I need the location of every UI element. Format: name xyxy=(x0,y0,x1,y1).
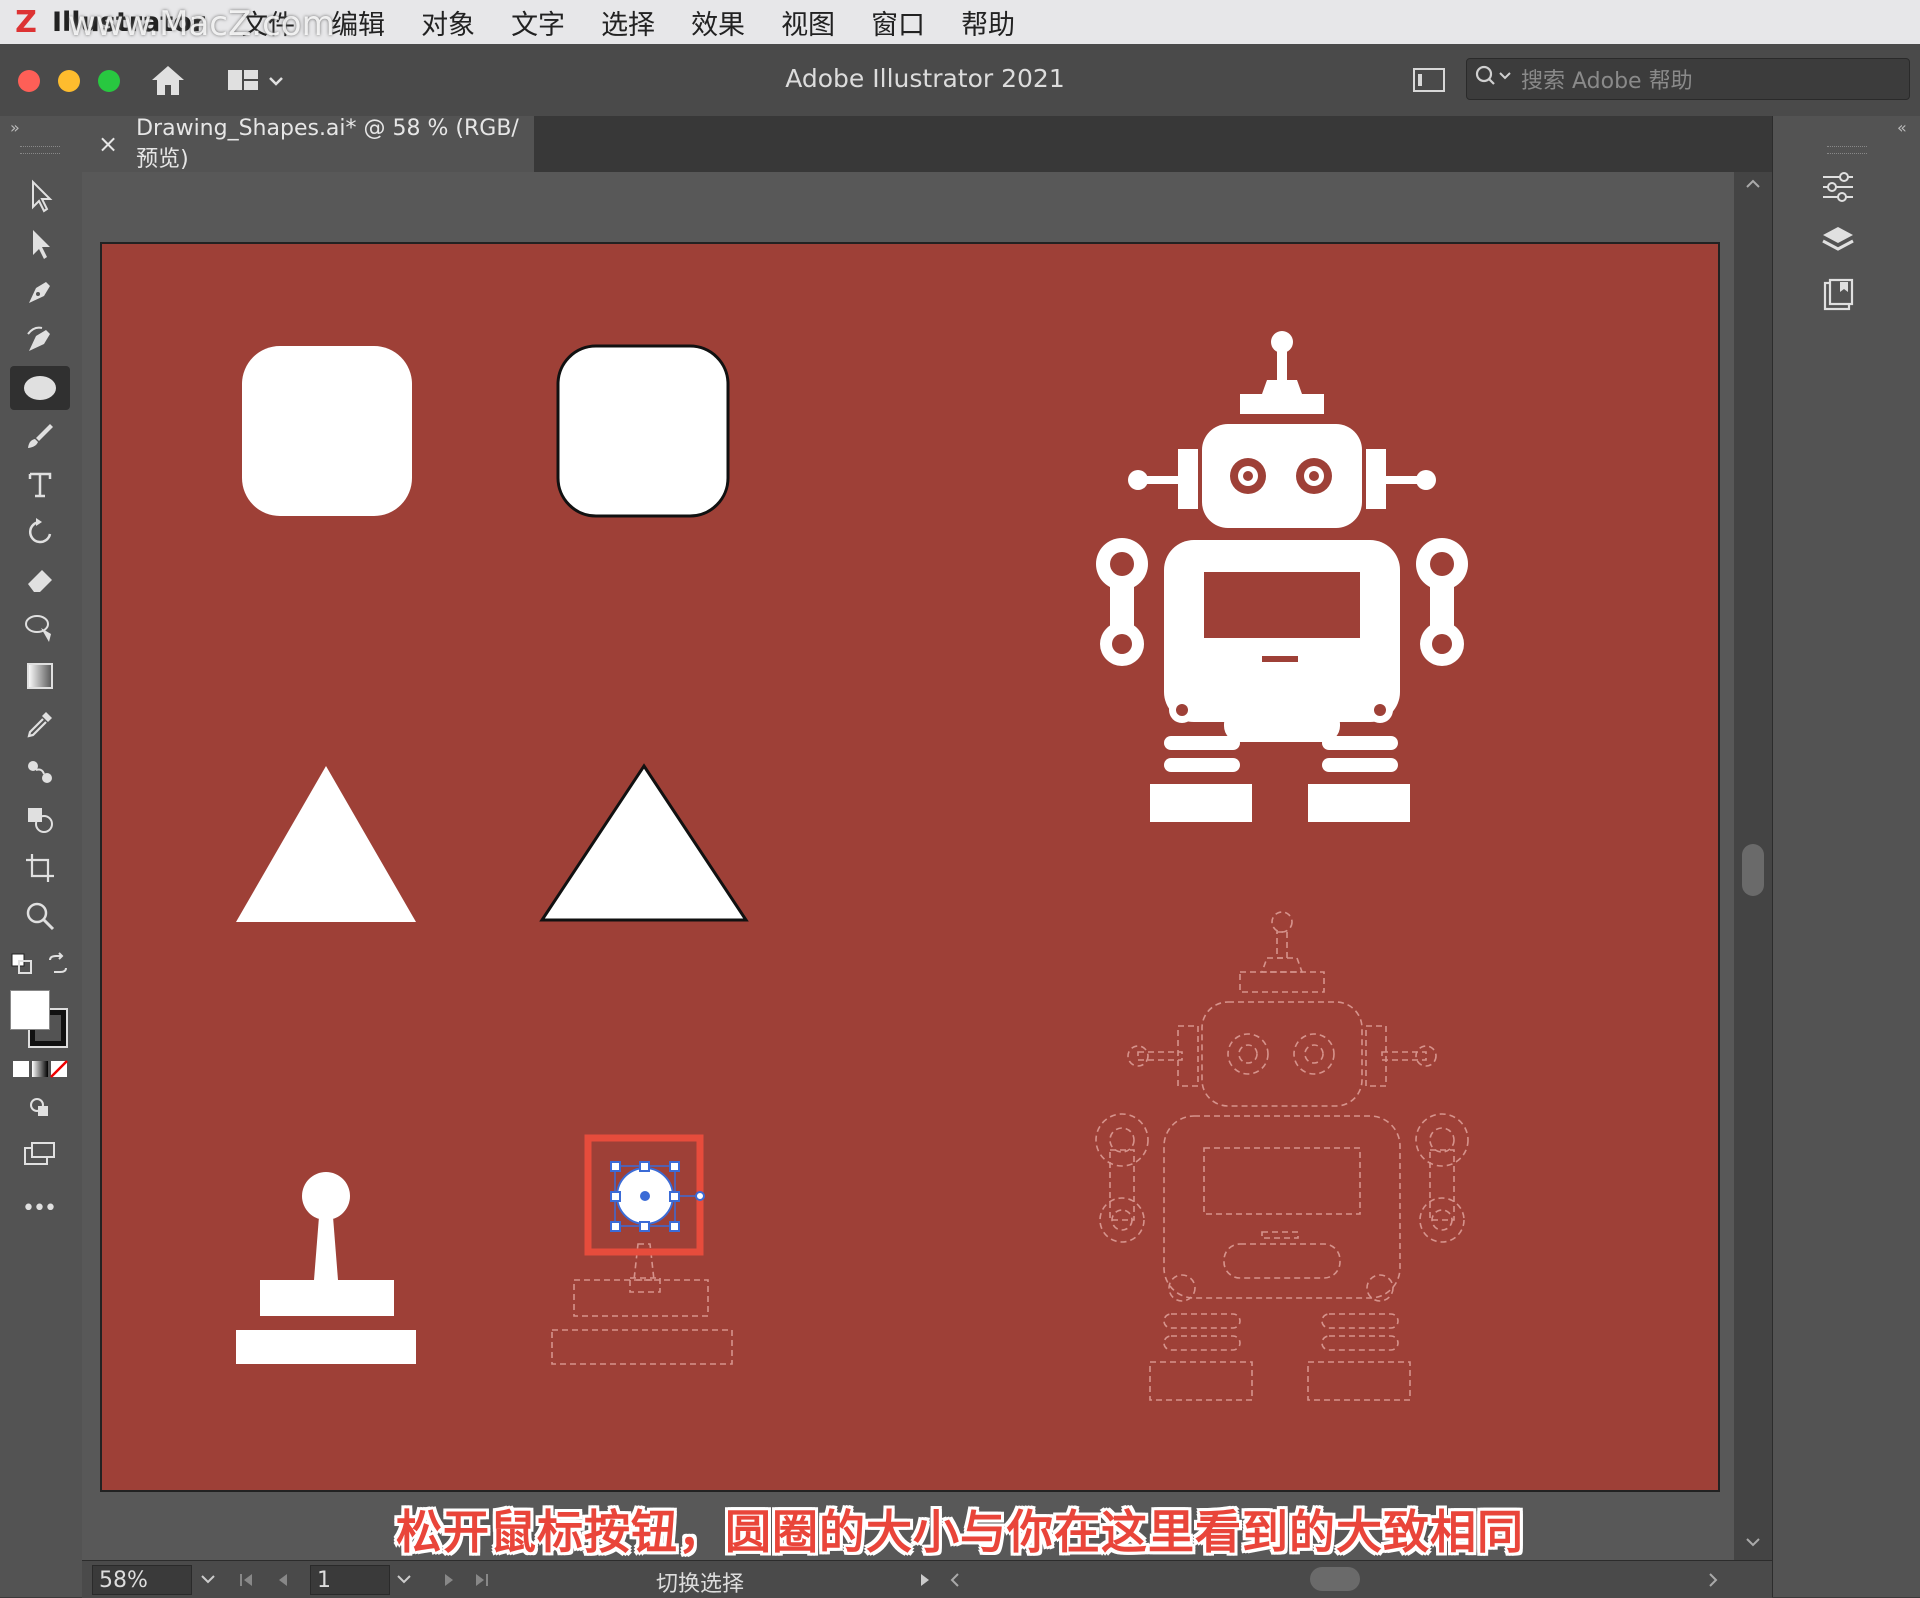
zoom-dropdown-icon[interactable] xyxy=(198,1569,218,1595)
default-fill-stroke-icon[interactable] xyxy=(10,952,34,976)
help-search-input[interactable]: 搜索 Adobe 帮助 xyxy=(1466,58,1910,100)
title-bar: Adobe Illustrator 2021 搜索 Adobe 帮助 xyxy=(0,44,1920,117)
panel-collapse-icon[interactable]: « xyxy=(1897,118,1907,137)
ellipse-tool-icon[interactable] xyxy=(14,368,66,408)
selected-circle xyxy=(610,1161,705,1232)
zoom-level-input[interactable]: 58% xyxy=(92,1565,192,1595)
menu-edit[interactable]: 编辑 xyxy=(331,3,385,42)
tools-panel: » ••• xyxy=(0,116,83,1597)
panel-grip[interactable] xyxy=(1827,146,1867,154)
document-tab-strip: × Drawing_Shapes.ai* @ 58 % (RGB/预览) xyxy=(82,116,1772,172)
properties-panel-icon[interactable] xyxy=(1813,166,1863,208)
toolbar-grip[interactable] xyxy=(20,146,60,154)
apple-menu-icon[interactable]: Z xyxy=(0,0,52,44)
menu-type[interactable]: 文字 xyxy=(511,3,565,42)
document-tab[interactable]: × Drawing_Shapes.ai* @ 58 % (RGB/预览) xyxy=(82,116,534,172)
artboard-tool-icon[interactable] xyxy=(14,848,66,888)
libraries-panel-icon[interactable] xyxy=(1813,274,1863,316)
last-artboard-icon[interactable] xyxy=(472,1570,490,1595)
vertical-scroll-thumb[interactable] xyxy=(1742,844,1764,896)
direct-selection-tool-icon[interactable] xyxy=(14,224,66,264)
search-icon xyxy=(1475,64,1515,94)
screen-mode-icon[interactable] xyxy=(14,1134,66,1174)
swap-fill-stroke-icon[interactable] xyxy=(46,952,70,976)
menu-select[interactable]: 选择 xyxy=(601,3,655,42)
horizontal-scroll-thumb[interactable] xyxy=(1310,1567,1360,1591)
shape-builder-tool-icon[interactable] xyxy=(14,800,66,840)
menu-effect[interactable]: 效果 xyxy=(691,3,745,42)
edit-toolbar-more-icon[interactable]: ••• xyxy=(22,1196,57,1221)
artboard[interactable] xyxy=(100,242,1720,1492)
rounded-square-drawn xyxy=(556,344,730,518)
gradient-tool-icon[interactable] xyxy=(14,656,66,696)
tutorial-caption: 松开鼠标按钮，圆圈的大小与你在这里看到的大致相同 xyxy=(396,1505,1524,1559)
menu-help[interactable]: 帮助 xyxy=(961,3,1015,42)
fill-color-swatch[interactable] xyxy=(10,990,50,1030)
status-bar: 58% 1 切换选择 xyxy=(82,1560,1772,1598)
paintbrush-tool-icon[interactable] xyxy=(14,416,66,456)
curvature-tool-icon[interactable] xyxy=(14,320,66,360)
status-menu-arrow-icon[interactable] xyxy=(916,1570,934,1595)
menu-object[interactable]: 对象 xyxy=(421,3,475,42)
color-mode-icon[interactable] xyxy=(12,1060,68,1078)
pen-tool-icon[interactable] xyxy=(14,272,66,312)
panel-collapse-icon[interactable]: » xyxy=(10,118,20,137)
eyedropper-tool-icon[interactable] xyxy=(14,704,66,744)
blend-tool-icon[interactable] xyxy=(14,752,66,792)
previous-artboard-icon[interactable] xyxy=(274,1570,292,1595)
stamp-outline-guide xyxy=(551,1243,733,1365)
right-panel-dock: « xyxy=(1772,116,1920,1597)
lasso-tool-icon[interactable] xyxy=(14,608,66,648)
layers-panel-icon[interactable] xyxy=(1813,220,1863,262)
status-toggle-label[interactable]: 切换选择 xyxy=(656,1566,744,1598)
drawing-mode-icon[interactable] xyxy=(14,1088,66,1128)
scroll-left-icon[interactable] xyxy=(948,1570,962,1595)
zoom-level-value: 58% xyxy=(99,1567,148,1593)
help-search-placeholder: 搜索 Adobe 帮助 xyxy=(1521,69,1693,94)
document-tab-label: Drawing_Shapes.ai* @ 58 % (RGB/预览) xyxy=(136,115,519,172)
stamp-reference xyxy=(236,1172,416,1364)
triangle-drawn xyxy=(539,763,749,922)
close-tab-icon[interactable]: × xyxy=(98,130,118,158)
artboard-number-value: 1 xyxy=(317,1567,331,1593)
type-tool-icon[interactable] xyxy=(14,464,66,504)
rounded-square-reference xyxy=(242,346,412,516)
robot-outline-guide xyxy=(1095,911,1469,1401)
zoom-tool-icon[interactable] xyxy=(14,896,66,936)
arrange-documents-icon[interactable] xyxy=(1412,66,1446,94)
menu-window[interactable]: 窗口 xyxy=(871,3,925,42)
watermark: www.MacZ.com xyxy=(68,4,335,44)
menu-bar: Z Illustrator 文件 编辑 对象 文字 选择 效果 视图 窗口 帮助… xyxy=(0,0,1920,44)
next-artboard-icon[interactable] xyxy=(440,1570,458,1595)
eraser-tool-icon[interactable] xyxy=(14,560,66,600)
scroll-right-icon[interactable] xyxy=(1706,1570,1720,1595)
first-artboard-icon[interactable] xyxy=(238,1570,256,1595)
rotate-tool-icon[interactable] xyxy=(14,512,66,552)
scroll-up-icon[interactable] xyxy=(1744,176,1762,195)
artboard-number-input[interactable]: 1 xyxy=(310,1565,390,1595)
menu-view[interactable]: 视图 xyxy=(781,3,835,42)
selection-tool-icon[interactable] xyxy=(14,176,66,216)
artboard-dropdown-icon[interactable] xyxy=(394,1569,414,1595)
vertical-scrollbar[interactable] xyxy=(1734,172,1772,1587)
triangle-reference xyxy=(236,766,416,922)
